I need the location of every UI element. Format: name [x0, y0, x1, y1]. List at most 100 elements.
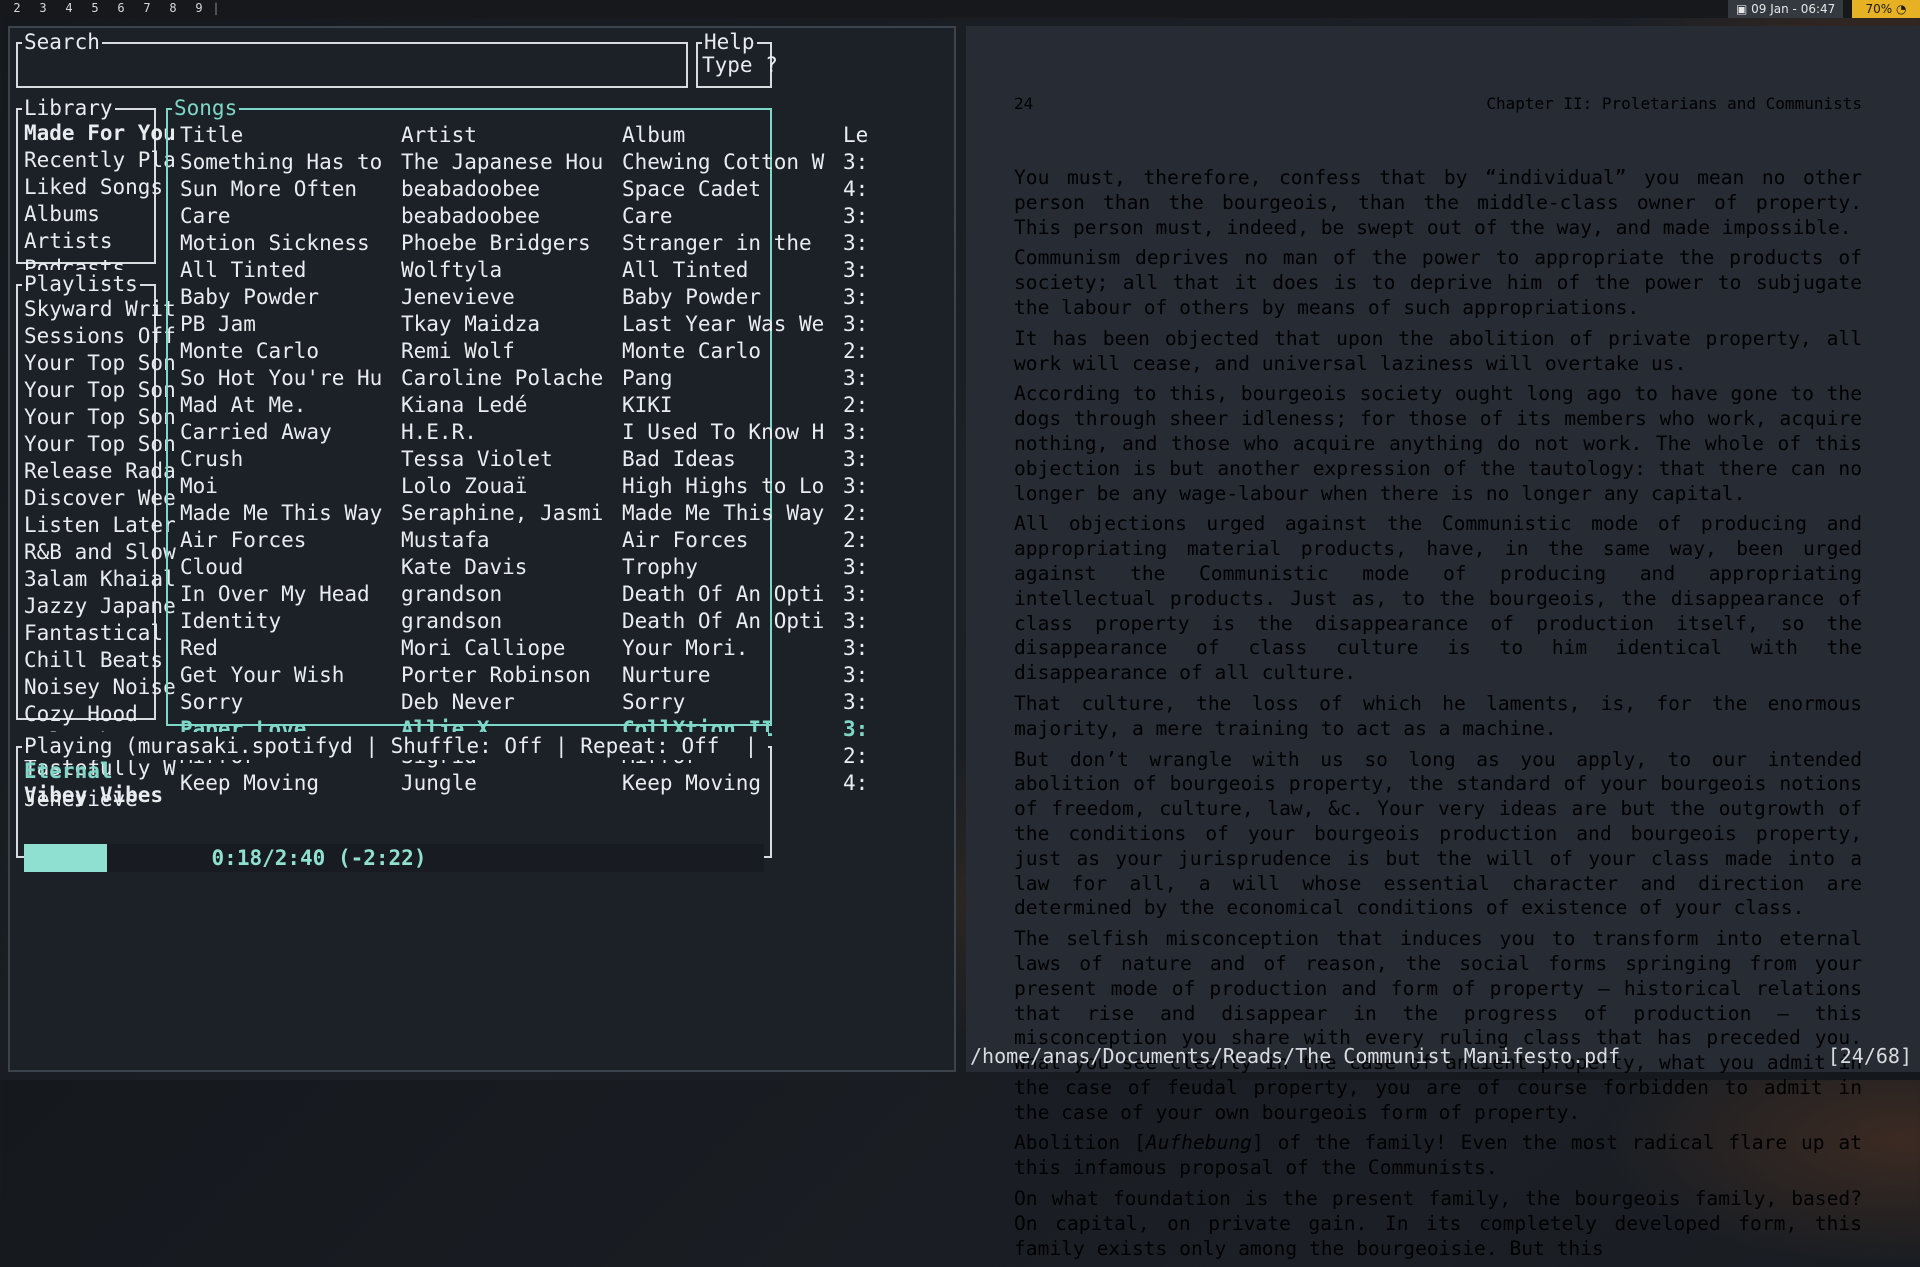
song-artist: Lolo Zouaï [401, 474, 528, 498]
calendar-icon: ▣ [1736, 2, 1752, 16]
song-artist: Phoebe Bridgers [401, 231, 591, 255]
playlist-item[interactable]: Sessions Off [24, 323, 176, 350]
column-header[interactable]: Album [622, 122, 843, 149]
song-row[interactable]: Crush Tessa Violet Bad Ideas 3: [180, 446, 878, 473]
pdf-paragraph: It has been objected that upon the aboli… [1014, 326, 1862, 375]
song-length: 3: [843, 258, 869, 282]
playlist-item[interactable]: Listen Later [24, 512, 176, 539]
song-album: Last Year Was We [622, 312, 825, 336]
song-artist: Caroline Polache [401, 366, 604, 390]
playlist-item[interactable]: Fantastical [24, 620, 176, 647]
search-panel[interactable]: Search [16, 28, 688, 88]
workspace-6[interactable]: 6 [108, 1, 134, 15]
song-row[interactable]: Sun More Often beabadoobee Space Cadet 4: [180, 176, 878, 203]
playlist-item[interactable]: 3alam Khaial [24, 566, 176, 593]
library-item[interactable]: Liked Songs [24, 174, 176, 201]
workspace-3[interactable]: 3 [30, 1, 56, 15]
song-row[interactable]: Cloud Kate Davis Trophy 3: [180, 554, 878, 581]
pdf-page-number: 24 [1014, 94, 1034, 113]
playlist-item[interactable]: Discover Wee [24, 485, 176, 512]
song-row[interactable]: Identity grandson Death Of An Opti 3: [180, 608, 878, 635]
library-item[interactable]: Albums [24, 201, 176, 228]
song-row[interactable]: Moi Lolo Zouaï High Highs to Lo 3: [180, 473, 878, 500]
workspace-4[interactable]: 4 [56, 1, 82, 15]
playlist-item[interactable]: Jazzy Japane [24, 593, 176, 620]
library-item[interactable]: Artists [24, 228, 176, 255]
playback-progress-bar[interactable]: 0:18/2:40 (-2:22) [24, 844, 764, 872]
pdf-chapter-title: Chapter II: Proletarians and Communists [1486, 94, 1862, 113]
playlist-item[interactable]: Your Top Son [24, 431, 176, 458]
song-length: 3: [843, 555, 869, 579]
song-row[interactable]: Carried Away H.E.R. I Used To Know H 3: [180, 419, 878, 446]
song-length: 3: [843, 609, 869, 633]
column-header[interactable]: Le [843, 122, 878, 149]
song-row[interactable]: Care beabadoobee Care 3: [180, 203, 878, 230]
song-title: PB Jam [180, 312, 256, 336]
spotify-tui-window[interactable]: Search Help Type ? Library Made For You R… [8, 26, 956, 1072]
song-row[interactable]: Get Your Wish Porter Robinson Nurture 3: [180, 662, 878, 689]
playlist-item[interactable]: Noisey Noise [24, 674, 176, 701]
song-title: Air Forces [180, 528, 307, 552]
song-row[interactable]: Red Mori Calliope Your Mori. 3: [180, 635, 878, 662]
song-album: Bad Ideas [622, 447, 736, 471]
playlist-item[interactable]: Your Top Son [24, 377, 176, 404]
song-album: Monte Carlo [622, 339, 762, 363]
playlist-item[interactable]: Your Top Son [24, 350, 176, 377]
date-time: ▣ 09 Jan - 06:47 [1728, 0, 1844, 18]
song-row[interactable]: PB Jam Tkay Maidza Last Year Was We 3: [180, 311, 878, 338]
playlist-item[interactable]: Your Top Son [24, 404, 176, 431]
column-header[interactable]: Artist [401, 122, 622, 149]
song-row[interactable]: All Tinted Wolftyla All Tinted 3: [180, 257, 878, 284]
songs-table: Title Artist Album Le Something Has to The Ja… [180, 122, 878, 797]
library-item[interactable]: Recently Pla [24, 147, 176, 174]
playlist-item[interactable]: Cozy Hood [24, 701, 176, 728]
library-item[interactable]: Made For You [24, 120, 176, 147]
songs-panel: Songs Title Artist Album Le Something Has to… [166, 94, 868, 795]
pdf-viewer[interactable]: 24 Chapter II: Proletarians and Communis… [966, 26, 1920, 1260]
song-row[interactable]: Air Forces Mustafa Air Forces 2: [180, 527, 878, 554]
playback-panel: Playing (murasaki.spotifyd | Shuffle: Of… [16, 732, 772, 872]
workspace-7[interactable]: 7 [134, 1, 160, 15]
song-row[interactable]: So Hot You're Hu Caroline Polache Pang 3: [180, 365, 878, 392]
song-title: Cloud [180, 555, 244, 579]
song-title: Monte Carlo [180, 339, 320, 363]
songs-title: Songs [172, 94, 240, 122]
battery-indicator: 70% ◔ [1852, 0, 1920, 18]
song-album: All Tinted [622, 258, 749, 282]
playlist-item[interactable]: Skyward Writ [24, 296, 176, 323]
song-row[interactable]: Sorry Deb Never Sorry 3: [180, 689, 878, 716]
song-artist: The Japanese Hou [401, 150, 604, 174]
workspace-9[interactable]: 9 [186, 1, 212, 15]
workspace-8[interactable]: 8 [160, 1, 186, 15]
workspace-5[interactable]: 5 [82, 1, 108, 15]
workspace-2[interactable]: 2 [4, 1, 30, 15]
song-row[interactable]: Mad At Me. Kiana Ledé KIKI 2: [180, 392, 878, 419]
song-length: 3: [843, 231, 869, 255]
song-title: Something Has to [180, 150, 383, 174]
song-artist: Kiana Ledé [401, 393, 528, 417]
playlist-item[interactable]: Chill Beats [24, 647, 176, 674]
song-album: High Highs to Lo [622, 474, 825, 498]
song-length: 3: [843, 366, 869, 390]
song-length: 3: [843, 663, 869, 687]
song-title: Baby Powder [180, 285, 320, 309]
workspace-separator: | [212, 1, 220, 15]
pdf-paragraph: Communism deprives no man of the power t… [1014, 246, 1862, 319]
pdf-statusline: /home/anas/Documents/Reads/The Communist… [966, 1042, 1920, 1070]
song-row[interactable]: In Over My Head grandson Death Of An Opti 3… [180, 581, 878, 608]
song-row[interactable]: Monte Carlo Remi Wolf Monte Carlo 2: [180, 338, 878, 365]
pdf-paragraph: Abolition [Aufhebung] of the family! Eve… [1014, 1131, 1863, 1180]
song-artist: Seraphine, Jasmi [401, 501, 604, 525]
song-row[interactable]: Motion Sickness Phoebe Bridgers Stranger i… [180, 230, 878, 257]
song-row[interactable]: Made Me This Way Seraphine, Jasmi Made Me … [180, 500, 878, 527]
song-length: 2: [843, 393, 869, 417]
song-row[interactable]: Something Has to The Japanese Hou Chewing … [180, 149, 878, 176]
playlist-item[interactable]: R&B and Slow [24, 539, 176, 566]
song-length: 3: [843, 717, 869, 741]
playlist-item[interactable]: Release Rada [24, 458, 176, 485]
pdf-paragraph: On what foundation is the present family… [1014, 1187, 1862, 1260]
song-row[interactable]: Baby Powder Jenevieve Baby Powder 3: [180, 284, 878, 311]
pdf-paragraph: That culture, the loss of which he lamen… [1014, 691, 1862, 740]
song-length: 2: [843, 528, 869, 552]
column-header[interactable]: Title [180, 122, 401, 149]
